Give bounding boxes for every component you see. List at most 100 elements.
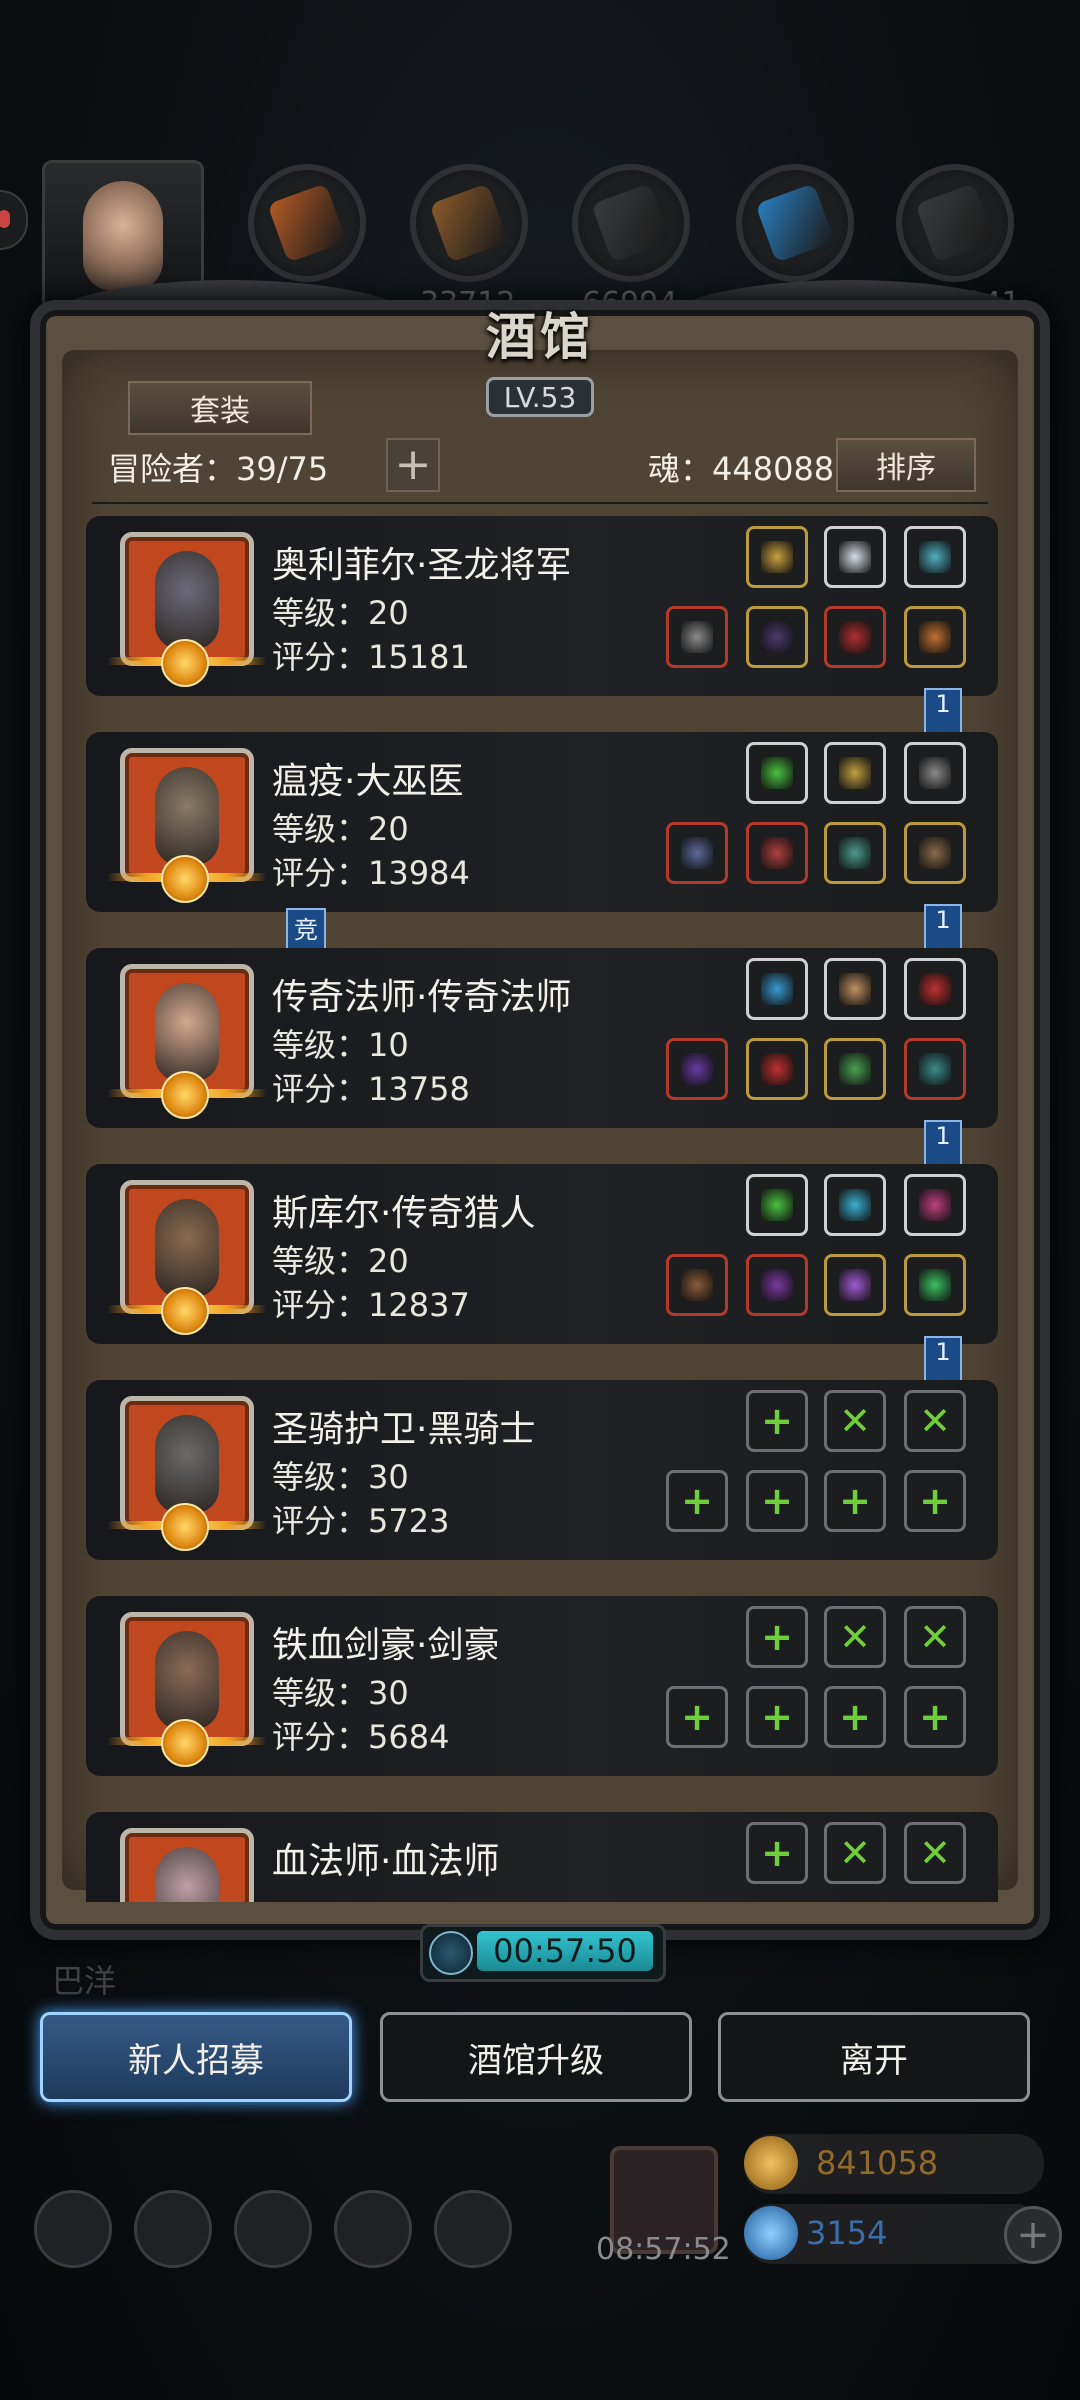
hero-card[interactable]: 圣骑护卫·黑骑士 等级：30 评分：5723 + ✕ ✕ + + + + (86, 1380, 998, 1560)
hero-name: 传奇法师·传奇法师 (272, 977, 572, 1018)
equipment-slot[interactable] (904, 1038, 966, 1100)
hero-level: 等级：30 (272, 1458, 409, 1496)
equipment-item-icon (919, 973, 951, 1005)
add-equipment-icon: + (681, 1479, 713, 1523)
equipment-slot[interactable] (666, 822, 728, 884)
equipment-slot[interactable] (824, 606, 886, 668)
equipment-item-icon (839, 621, 871, 653)
equipment-slot[interactable] (824, 1174, 886, 1236)
equipment-slot[interactable] (904, 822, 966, 884)
equipment-slot[interactable] (904, 526, 966, 588)
empty-equip-slot[interactable]: + (824, 1470, 886, 1532)
equipment-slot[interactable] (746, 526, 808, 588)
equipment-slot[interactable] (904, 606, 966, 668)
tavern-upgrade-button[interactable]: 酒馆升级 (380, 2012, 692, 2102)
equipment-slot[interactable] (746, 1254, 808, 1316)
resource-icon-2[interactable] (410, 164, 528, 282)
divider (92, 502, 988, 504)
empty-equip-slot[interactable]: ✕ (824, 1822, 886, 1884)
achievement-icon[interactable] (134, 2190, 212, 2268)
add-equipment-icon: + (919, 1479, 951, 1523)
plus-icon: + (1016, 2212, 1050, 2258)
equipment-slot[interactable] (824, 1254, 886, 1316)
equipment-slot[interactable] (904, 742, 966, 804)
recruit-button[interactable]: 新人招募 (40, 2012, 352, 2102)
guild-icon[interactable] (234, 2190, 312, 2268)
expand-capacity-button[interactable]: + (386, 438, 440, 492)
equipment-slot[interactable] (824, 958, 886, 1020)
hero-list[interactable]: 奥利菲尔·圣龙将军 等级：20 评分：15181 1 瘟疫·大巫医 等级：20 评分：139… (86, 516, 998, 1902)
equipment-slot[interactable] (746, 742, 808, 804)
equipment-slot[interactable] (746, 958, 808, 1020)
hero-card[interactable]: 斯库尔·传奇猎人 等级：20 评分：12837 (86, 1164, 998, 1344)
equipment-slot[interactable] (824, 742, 886, 804)
empty-equip-slot[interactable]: + (746, 1822, 808, 1884)
empty-equip-slot[interactable]: ✕ (824, 1390, 886, 1452)
equipment-slot[interactable] (746, 606, 808, 668)
add-equipment-icon: ✕ (839, 1615, 871, 1659)
equipment-slot[interactable] (824, 822, 886, 884)
equipment-item-icon (681, 837, 713, 869)
equipment-slot[interactable] (904, 1254, 966, 1316)
empty-equip-slot[interactable]: + (746, 1606, 808, 1668)
rank-star-icon (161, 639, 209, 687)
hero-face (155, 1847, 219, 1902)
equipment-slot[interactable] (746, 1038, 808, 1100)
empty-equip-slot[interactable]: + (904, 1470, 966, 1532)
sort-button[interactable]: 排序 (836, 438, 976, 492)
rank-star-icon (161, 855, 209, 903)
empty-equip-slot[interactable]: ✕ (904, 1390, 966, 1452)
equipment-slot[interactable] (666, 1254, 728, 1316)
hero-name: 圣骑护卫·黑骑士 (272, 1409, 536, 1450)
hero-level: 等级：20 (272, 594, 409, 632)
empty-equip-slot[interactable]: + (746, 1686, 808, 1748)
resource-icon-4[interactable] (736, 164, 854, 282)
add-gems-button[interactable]: + (1004, 2206, 1062, 2264)
hero-name: 铁血剑豪·剑豪 (272, 1625, 500, 1666)
resource-icon-5[interactable] (896, 164, 1014, 282)
suit-button[interactable]: 套装 (128, 381, 312, 435)
add-equipment-icon: + (919, 1695, 951, 1739)
equipment-slot[interactable] (666, 1038, 728, 1100)
chat-icon[interactable] (434, 2190, 512, 2268)
empty-equip-slot[interactable]: + (666, 1470, 728, 1532)
hero-level: 等级：20 (272, 1242, 409, 1280)
empty-equip-slot[interactable]: ✕ (904, 1822, 966, 1884)
empty-equip-slot[interactable]: + (746, 1470, 808, 1532)
equipment-slot[interactable] (824, 1038, 886, 1100)
settings-icon[interactable] (34, 2190, 112, 2268)
resource-material-icon (755, 183, 835, 263)
resource-icon-3[interactable] (572, 164, 690, 282)
mail-icon[interactable] (334, 2190, 412, 2268)
equipment-slot[interactable] (824, 526, 886, 588)
soul-count: 魂：448088 (648, 450, 835, 488)
hero-card[interactable]: 铁血剑豪·剑豪 等级：30 评分：5684 + ✕ ✕ + + + + (86, 1596, 998, 1776)
leave-button[interactable]: 离开 (718, 2012, 1030, 2102)
equipment-slot[interactable] (904, 958, 966, 1020)
empty-equip-slot[interactable]: ✕ (824, 1606, 886, 1668)
equipment-slot[interactable] (746, 1174, 808, 1236)
equipment-item-icon (681, 1053, 713, 1085)
equipment-item-icon (919, 837, 951, 869)
add-equipment-icon: + (761, 1615, 793, 1659)
empty-equip-slot[interactable]: + (904, 1686, 966, 1748)
empty-equip-slot[interactable]: + (666, 1686, 728, 1748)
empty-equip-slot[interactable]: ✕ (904, 1606, 966, 1668)
gift-timer: 08:57:52 (596, 2232, 731, 2267)
equipment-slot[interactable] (904, 1174, 966, 1236)
hero-card[interactable]: 奥利菲尔·圣龙将军 等级：20 评分：15181 (86, 516, 998, 696)
add-equipment-icon: + (761, 1831, 793, 1875)
tavern-level-badge: LV.53 (486, 377, 594, 417)
equipment-slot[interactable] (666, 606, 728, 668)
hero-card[interactable]: 瘟疫·大巫医 等级：20 评分：13984 (86, 732, 998, 912)
hero-card[interactable]: 传奇法师·传奇法师 等级：10 评分：13758 (86, 948, 998, 1128)
hero-score: 评分：15181 (272, 638, 470, 676)
resource-icon-1[interactable] (248, 164, 366, 282)
equipment-slot[interactable] (746, 822, 808, 884)
hero-card[interactable]: 血法师·血法师 + ✕ ✕ (86, 1812, 998, 1902)
equipment-item-icon (839, 1269, 871, 1301)
gold-coin-icon (744, 2136, 798, 2190)
empty-equip-slot[interactable]: + (824, 1686, 886, 1748)
empty-equip-slot[interactable]: + (746, 1390, 808, 1452)
equipment-item-icon (761, 541, 793, 573)
